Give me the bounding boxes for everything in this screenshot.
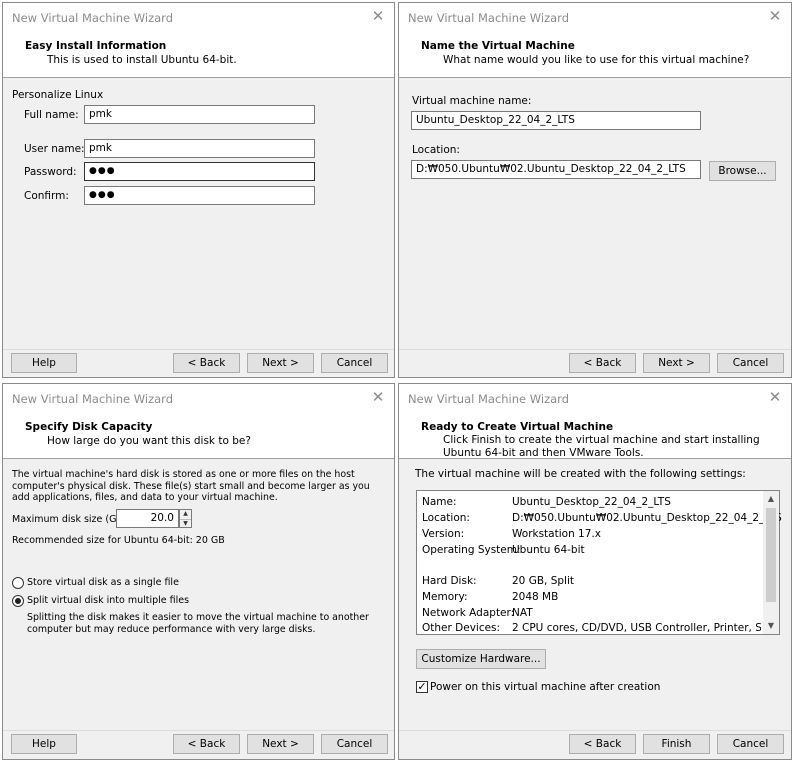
settings-row: Name: [422,496,457,508]
close-icon[interactable]: ✕ [370,389,386,405]
cancel-button[interactable]: Cancel [321,734,388,754]
disk-size-spinner[interactable]: ▲ ▼ [179,509,192,528]
finish-button[interactable]: Finish [643,734,710,754]
setting-value: Workstation 17.x [512,528,601,540]
setting-key: Location: [422,512,470,524]
setting-value: Ubuntu_Desktop_22_04_2_LTS [512,496,671,508]
window-title: New Virtual Machine Wizard [408,11,569,25]
window-title: New Virtual Machine Wizard [12,11,173,25]
header-title: Name the Virtual Machine [421,40,575,52]
setting-key: Version: [422,528,465,540]
help-button[interactable]: Help [11,734,77,754]
setting-value: NAT [512,607,533,619]
wizard-header: Easy Install Information This is used to… [3,32,394,78]
setting-key: Network Adapter: [422,607,515,619]
browse-button[interactable]: Browse... [709,161,776,181]
spin-down-icon[interactable]: ▼ [180,518,191,528]
setting-value: 2 CPU cores, CD/DVD, USB Controller, Pri… [512,622,761,634]
single-file-radio[interactable] [12,577,24,589]
close-icon[interactable]: ✕ [370,8,386,24]
next-button[interactable]: Next > [643,353,710,373]
spin-up-icon[interactable]: ▲ [180,510,191,519]
back-button[interactable]: < Back [569,353,636,373]
user-name-field[interactable]: pmk [84,139,315,158]
max-disk-size-label: Maximum disk size (GB): [12,514,130,525]
settings-intro: The virtual machine will be created with… [415,468,746,480]
wizard-header: Name the Virtual Machine What name would… [399,32,791,78]
close-icon[interactable]: ✕ [767,389,783,405]
wizard-header: Specify Disk Capacity How large do you w… [3,413,394,459]
cancel-button[interactable]: Cancel [717,734,784,754]
title-bar[interactable]: New Virtual Machine Wizard ✕ [399,3,791,32]
location-field[interactable]: D:₩050.Ubuntu₩02.Ubuntu_Desktop_22_04_2_… [411,160,701,179]
scroll-down-icon[interactable]: ▼ [763,618,779,634]
scroll-up-icon[interactable]: ▲ [763,491,779,507]
easy-install-window: New Virtual Machine Wizard ✕ Easy Instal… [2,2,395,378]
help-button[interactable]: Help [11,353,77,373]
back-button[interactable]: < Back [173,734,240,754]
vm-name-field[interactable]: Ubuntu_Desktop_22_04_2_LTS [411,111,701,130]
disk-capacity-window: New Virtual Machine Wizard ✕ Specify Dis… [2,383,395,760]
window-title: New Virtual Machine Wizard [408,392,569,406]
header-title: Specify Disk Capacity [25,421,153,433]
header-title: Ready to Create Virtual Machine [421,421,614,433]
header-subtitle: What name would you like to use for this… [443,54,750,66]
setting-key: Memory: [422,591,468,603]
close-icon[interactable]: ✕ [767,8,783,24]
title-bar[interactable]: New Virtual Machine Wizard ✕ [3,384,394,413]
power-on-label[interactable]: Power on this virtual machine after crea… [430,681,660,693]
footer-divider [3,349,394,350]
footer-divider [399,349,791,350]
next-button[interactable]: Next > [247,734,314,754]
confirm-label: Confirm: [24,190,69,202]
footer-divider [399,730,791,731]
power-on-checkbox[interactable]: ✓ [416,681,428,693]
back-button[interactable]: < Back [173,353,240,373]
single-file-label[interactable]: Store virtual disk as a single file [27,577,179,588]
title-bar[interactable]: New Virtual Machine Wizard ✕ [3,3,394,32]
back-button[interactable]: < Back [569,734,636,754]
recommended-size-text: Recommended size for Ubuntu 64-bit: 20 G… [12,535,225,546]
password-label: Password: [24,166,77,178]
location-label: Location: [412,144,460,156]
setting-key: Hard Disk: [422,575,477,587]
full-name-label: Full name: [24,109,79,121]
split-note: Splitting the disk makes it easier to mo… [27,612,369,635]
vm-name-label: Virtual machine name: [412,95,532,107]
header-subtitle: This is used to install Ubuntu 64-bit. [47,54,237,66]
settings-scrollbar[interactable]: ▲ ▼ [763,491,779,634]
customize-hardware-button[interactable]: Customize Hardware... [416,649,546,669]
cancel-button[interactable]: Cancel [717,353,784,373]
header-subtitle: How large do you want this disk to be? [47,435,251,447]
header-subtitle: Click Finish to create the virtual machi… [443,434,760,459]
setting-value: 2048 MB [512,591,559,603]
setting-value: Ubuntu 64-bit [512,544,585,556]
window-title: New Virtual Machine Wizard [12,392,173,406]
scroll-thumb[interactable] [766,508,776,602]
wizard-header: Ready to Create Virtual Machine Click Fi… [399,413,791,459]
setting-key: Other Devices: [422,622,501,634]
max-disk-size-input[interactable]: 20.0 [116,509,179,528]
confirm-field[interactable]: ●●● [84,186,315,205]
header-title: Easy Install Information [25,40,167,52]
split-files-label[interactable]: Split virtual disk into multiple files [27,595,189,606]
next-button[interactable]: Next > [247,353,314,373]
setting-value: D:₩050.Ubuntu₩02.Ubuntu_Desktop_22_04_2_… [512,512,782,524]
cancel-button[interactable]: Cancel [321,353,388,373]
section-label: Personalize Linux [12,89,104,101]
settings-list[interactable]: Name: Ubuntu_Desktop_22_04_2_LTS Locatio… [416,490,782,635]
user-name-label: User name: [24,143,85,155]
ready-to-create-window: New Virtual Machine Wizard ✕ Ready to Cr… [398,383,792,760]
title-bar[interactable]: New Virtual Machine Wizard ✕ [399,384,791,413]
setting-key: Name: [422,496,457,508]
disk-description: The virtual machine's hard disk is store… [12,469,370,503]
name-vm-window: New Virtual Machine Wizard ✕ Name the Vi… [398,2,792,378]
password-field[interactable]: ●●● [84,162,315,181]
full-name-field[interactable]: pmk [84,105,315,124]
setting-key: Operating System: [422,544,521,556]
split-files-radio[interactable] [12,595,24,607]
setting-value: 20 GB, Split [512,575,574,587]
radio-selected-dot [15,598,21,604]
footer-divider [3,730,394,731]
